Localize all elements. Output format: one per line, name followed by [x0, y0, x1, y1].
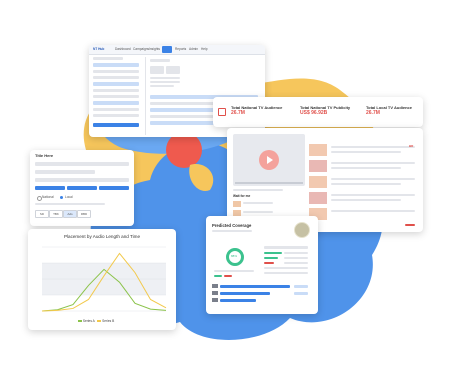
chart-card: Placement by Audio Length and Time Serie…	[28, 229, 176, 330]
list-item[interactable]	[264, 252, 282, 254]
legend-label-a: Series A	[82, 319, 95, 323]
thumbnail[interactable]	[309, 192, 327, 204]
kpi-2: Total Local TV Audience 26.7M	[366, 105, 412, 116]
legend-swatch-a	[78, 320, 82, 323]
top-app-header: NT Hub Dashboard Campaigns Insights Repo…	[89, 45, 265, 55]
field[interactable]	[35, 178, 129, 182]
top-app-sidebar	[93, 57, 141, 135]
thumbnail[interactable]	[309, 160, 327, 172]
brand-logo: BR	[409, 144, 414, 148]
kpi-0: Total National TV Audience 26.7M	[231, 105, 282, 116]
legend-label-b: Series B	[102, 319, 115, 323]
nav-item-6[interactable]: Help	[201, 47, 208, 51]
kpi-icon	[218, 108, 226, 116]
list-item[interactable]	[264, 257, 278, 259]
red-blob	[166, 132, 202, 168]
tab-1[interactable]: TBK	[49, 210, 63, 218]
nav-item-1[interactable]: Campaigns	[133, 47, 149, 51]
panel-title: Title Here	[35, 153, 54, 158]
segment-button[interactable]	[99, 186, 129, 190]
segment-button[interactable]	[67, 186, 97, 190]
chart-legend: Series A Series B	[78, 319, 114, 323]
prediction-card: Predicted Coverage 88%	[206, 216, 318, 314]
nav-item-5[interactable]: Admin	[189, 47, 198, 51]
line-chart	[41, 246, 167, 312]
tab-2[interactable]: Ads	[63, 210, 77, 218]
row-thumb	[212, 291, 218, 295]
row-thumb	[212, 298, 218, 302]
sidebar-apply-button[interactable]	[93, 123, 139, 127]
progress-bar	[220, 299, 256, 302]
accent-line	[405, 224, 415, 226]
side-heading: Wait for me	[233, 194, 251, 198]
kpi-strip: Total National TV Audience 26.7M Total N…	[213, 97, 423, 127]
play-button-icon[interactable]	[259, 150, 279, 170]
radio-local[interactable]	[60, 196, 63, 199]
donut-chart: 88%	[226, 248, 244, 266]
legend-swatch-b	[97, 320, 102, 323]
kpi-value: 26.7M	[366, 110, 380, 116]
tab-3[interactable]: RBD	[77, 210, 91, 218]
nav-item-4[interactable]: Reports	[175, 47, 186, 51]
list-item[interactable]	[264, 262, 274, 264]
kpi-1: Total National TV Publicity US$ 96.92B	[300, 105, 350, 116]
app-logo[interactable]: NT Hub	[93, 47, 104, 51]
nav-item-active[interactable]	[162, 46, 172, 53]
video-progress[interactable]	[235, 182, 303, 184]
thumbnail[interactable]	[309, 176, 327, 188]
radio-label: National	[42, 195, 54, 199]
field[interactable]	[35, 170, 95, 174]
kpi-value: US$ 96.92B	[300, 110, 328, 116]
avatar	[294, 222, 310, 238]
field[interactable]	[35, 162, 129, 166]
row-thumb	[212, 284, 218, 288]
video-player[interactable]	[233, 134, 305, 186]
thumbnail[interactable]	[309, 144, 327, 156]
progress-bar	[220, 292, 270, 295]
kpi-value: 26.7M	[231, 110, 245, 116]
donut-center: 88%	[231, 254, 238, 258]
nav-item-2[interactable]: Insights	[149, 47, 160, 51]
left-form-panel: Title Here National Local SD TBK Ads RBD	[30, 150, 134, 226]
segment-button[interactable]	[35, 186, 65, 190]
radio-label: Local	[65, 195, 73, 199]
tab-0[interactable]: SD	[35, 210, 49, 218]
progress-bar	[220, 285, 290, 288]
prediction-title: Predicted Coverage	[212, 223, 252, 228]
nav-item-0[interactable]: Dashboard	[115, 47, 131, 51]
